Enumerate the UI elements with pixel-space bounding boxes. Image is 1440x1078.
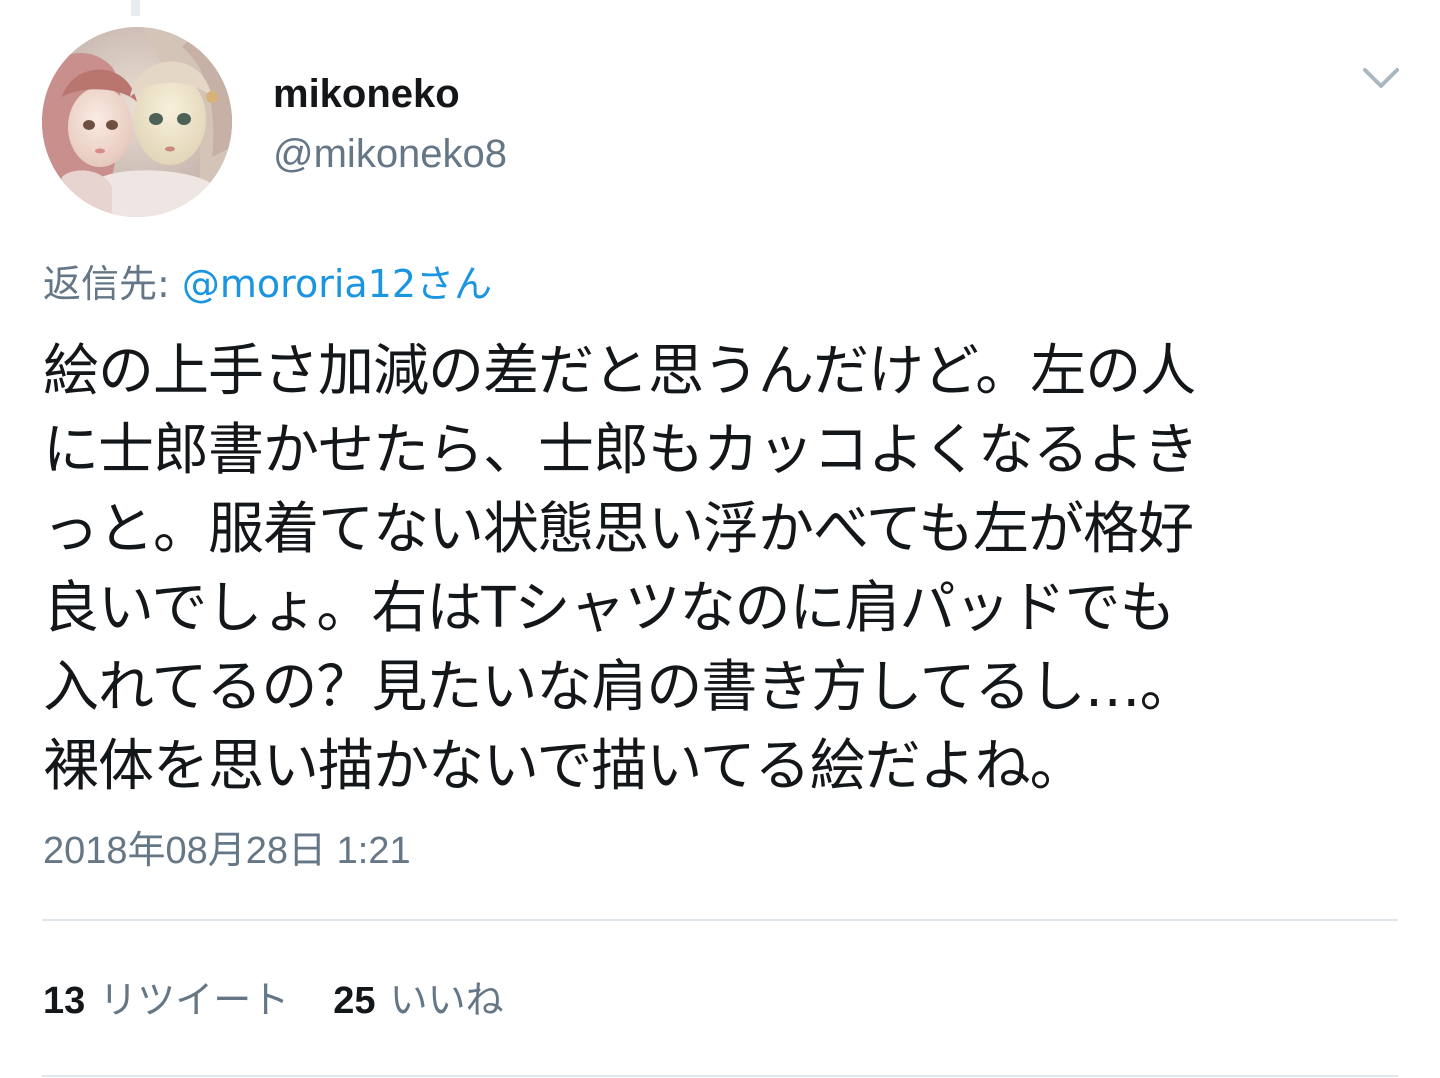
avatar[interactable]	[42, 27, 232, 217]
like-count-link[interactable]: 25 いいね	[333, 974, 503, 1027]
author-handle[interactable]: @mikoneko8	[273, 130, 507, 178]
like-label: いいね	[389, 978, 504, 1022]
chevron-down-icon[interactable]	[1360, 58, 1402, 100]
tweet-stats: 13 リツイート 25 いいね	[43, 974, 504, 1027]
divider	[42, 1075, 1398, 1077]
retweet-label: リツイート	[99, 978, 290, 1022]
author-display-name[interactable]: mikoneko	[273, 70, 460, 118]
reply-context: 返信先: @mororia12さん	[43, 258, 492, 310]
reply-mention-link[interactable]: @mororia12さん	[182, 262, 492, 306]
thread-line	[131, 0, 140, 16]
divider	[42, 919, 1398, 921]
doll-photo-avatar	[42, 27, 232, 217]
retweet-count-link[interactable]: 13 リツイート	[43, 974, 289, 1027]
tweet-timestamp[interactable]: 2018年08月28日 1:21	[43, 826, 411, 876]
reply-prefix: 返信先:	[43, 262, 182, 306]
like-count: 25	[333, 980, 376, 1022]
retweet-count: 13	[43, 980, 86, 1022]
tweet-text: 絵の上手さ加減の差だと思うんだけど。左の人 に士郎書かせたら、士郎もカッコよくな…	[43, 339, 1199, 799]
